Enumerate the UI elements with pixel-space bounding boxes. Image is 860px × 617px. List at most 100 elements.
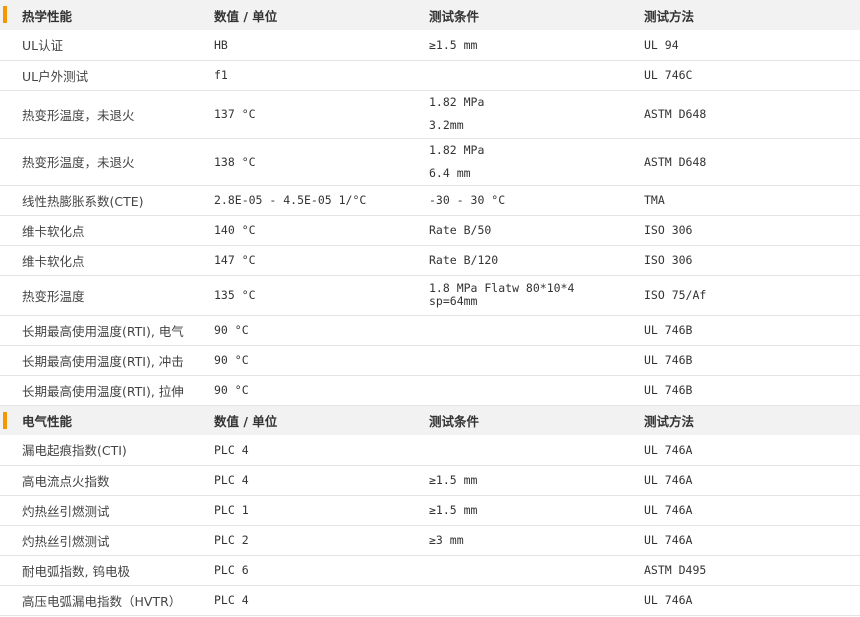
test-method: UL 746A xyxy=(644,465,860,496)
test-method: UL 746C xyxy=(644,60,860,91)
table-row: 线性热膨胀系数(CTE) 2.8E-05 - 4.5E-05 1/°C -30 - … xyxy=(0,185,860,216)
table-row: 长期最高使用温度(RTI), 拉伸 90 °C UL 746B xyxy=(0,375,860,406)
property-name: 灼热丝引燃测试 xyxy=(0,525,214,556)
test-condition xyxy=(429,345,644,376)
table-row: 漏电起痕指数(CTI) PLC 4 UL 746A xyxy=(0,435,860,466)
test-condition: ≥1.5 mm xyxy=(429,465,644,496)
property-value: 138 °C xyxy=(214,138,429,186)
property-value: 90 °C xyxy=(214,375,429,406)
test-method: ASTM D648 xyxy=(644,90,860,139)
section-header-row: 电气性能 数值 / 单位 测试条件 测试方法 xyxy=(0,405,860,435)
test-condition-line: 1.82 MPa xyxy=(429,142,485,157)
property-name: 长期最高使用温度(RTI), 电气 xyxy=(0,315,214,346)
section-title-text: 热学性能 xyxy=(22,8,73,24)
property-name: 线性热膨胀系数(CTE) xyxy=(0,185,214,216)
table-row: 热变形温度，未退火 138 °C 1.82 MPa 6.4 mm ASTM D648 xyxy=(0,138,860,186)
property-name: 灼热丝引燃测试 xyxy=(0,495,214,526)
test-condition-line: Rate B/50 xyxy=(429,223,492,237)
property-value: PLC 4 xyxy=(214,585,429,616)
header-value-unit: 数值 / 单位 xyxy=(214,405,429,435)
test-method: UL 746A xyxy=(644,495,860,526)
property-name: 维卡软化点 xyxy=(0,215,214,246)
test-condition: Rate B/50 xyxy=(429,215,644,246)
property-value: 137 °C xyxy=(214,90,429,139)
test-condition xyxy=(429,585,644,616)
test-condition xyxy=(429,555,644,586)
table-row: 热变形温度，未退火 137 °C 1.82 MPa 3.2mm ASTM D648 xyxy=(0,90,860,139)
test-condition-line: sp=64mm xyxy=(429,294,478,308)
header-value-unit: 数值 / 单位 xyxy=(214,0,429,30)
property-name: 热变形温度，未退火 xyxy=(0,138,214,186)
section-title: 电气性能 xyxy=(0,405,214,435)
property-name: 漏电起痕指数(CTI) xyxy=(0,435,214,466)
property-value: 140 °C xyxy=(214,215,429,246)
header-test-method: 测试方法 xyxy=(644,405,860,435)
header-test-condition: 测试条件 xyxy=(429,0,644,30)
test-method: TMA xyxy=(644,185,860,216)
section-title-text: 电气性能 xyxy=(22,413,73,429)
test-condition-line: 1.82 MPa xyxy=(429,95,485,109)
section-accent-bar xyxy=(3,6,7,23)
property-name: 长期最高使用温度(RTI), 拉伸 xyxy=(0,375,214,406)
test-condition xyxy=(429,375,644,406)
property-value: HB xyxy=(214,30,429,61)
test-method: UL 746B xyxy=(644,345,860,376)
test-method: UL 94 xyxy=(644,30,860,61)
property-name: UL户外测试 xyxy=(0,60,214,91)
test-condition xyxy=(429,60,644,91)
property-name: 耐电弧指数, 钨电极 xyxy=(0,555,214,586)
test-method: ASTM D648 xyxy=(644,138,860,186)
property-value: PLC 4 xyxy=(214,435,429,466)
test-condition-line: -30 - 30 °C xyxy=(429,193,506,207)
property-value: f1 xyxy=(214,60,429,91)
test-condition-line: ≥3 mm xyxy=(429,533,464,547)
table-row: 耐电弧指数, 钨电极 PLC 6 ASTM D495 xyxy=(0,555,860,586)
table-row: UL户外测试 f1 UL 746C xyxy=(0,60,860,91)
test-method: ASTM D495 xyxy=(644,555,860,586)
header-test-method: 测试方法 xyxy=(644,0,860,30)
test-condition-line: ≥1.5 mm xyxy=(429,503,478,517)
property-name: 维卡软化点 xyxy=(0,245,214,276)
test-condition: ≥1.5 mm xyxy=(429,495,644,526)
test-condition: -30 - 30 °C xyxy=(429,185,644,216)
test-condition-line: 3.2mm xyxy=(429,118,464,132)
test-condition: ≥1.5 mm xyxy=(429,30,644,61)
property-name: 高压电弧漏电指数（HVTR） xyxy=(0,585,214,616)
test-condition-line: Rate B/120 xyxy=(429,253,499,267)
property-value: PLC 4 xyxy=(214,465,429,496)
property-name: 高电流点火指数 xyxy=(0,465,214,496)
test-method: UL 746B xyxy=(644,315,860,346)
property-value: PLC 2 xyxy=(214,525,429,556)
table-row: 热变形温度 135 °C 1.8 MPa Flatw 80*10*4 sp=64mm I… xyxy=(0,275,860,316)
table-row: 长期最高使用温度(RTI), 电气 90 °C UL 746B xyxy=(0,315,860,346)
table-row: 高压电弧漏电指数（HVTR） PLC 4 UL 746A xyxy=(0,585,860,616)
test-condition: 1.82 MPa 3.2mm xyxy=(429,90,644,139)
test-method: UL 746A xyxy=(644,435,860,466)
test-condition: 1.82 MPa 6.4 mm xyxy=(429,138,644,186)
test-condition xyxy=(429,315,644,346)
property-value: PLC 1 xyxy=(214,495,429,526)
table-row: UL认证 HB ≥1.5 mm UL 94 xyxy=(0,30,860,61)
test-condition-line: 6.4 mm xyxy=(429,165,471,180)
table-row: 维卡软化点 147 °C Rate B/120 ISO 306 xyxy=(0,245,860,276)
test-method: UL 746B xyxy=(644,375,860,406)
property-value: PLC 6 xyxy=(214,555,429,586)
property-value: 135 °C xyxy=(214,275,429,316)
header-test-condition: 测试条件 xyxy=(429,405,644,435)
property-value: 90 °C xyxy=(214,315,429,346)
property-value: 147 °C xyxy=(214,245,429,276)
properties-table: 热学性能 数值 / 单位 测试条件 测试方法 UL认证 HB ≥1.5 mm UL 94 UL户… xyxy=(0,0,860,616)
property-name: 长期最高使用温度(RTI), 冲击 xyxy=(0,345,214,376)
section-header-row: 热学性能 数值 / 单位 测试条件 测试方法 xyxy=(0,0,860,30)
test-condition-line: ≥1.5 mm xyxy=(429,473,478,487)
test-condition: ≥3 mm xyxy=(429,525,644,556)
table-row: 维卡软化点 140 °C Rate B/50 ISO 306 xyxy=(0,215,860,246)
test-method: UL 746A xyxy=(644,525,860,556)
table-row: 灼热丝引燃测试 PLC 1 ≥1.5 mm UL 746A xyxy=(0,495,860,526)
table-row: 灼热丝引燃测试 PLC 2 ≥3 mm UL 746A xyxy=(0,525,860,556)
section-accent-bar xyxy=(3,411,7,429)
table-row: 长期最高使用温度(RTI), 冲击 90 °C UL 746B xyxy=(0,345,860,376)
property-value: 90 °C xyxy=(214,345,429,376)
property-name: 热变形温度，未退火 xyxy=(0,90,214,139)
test-method: ISO 306 xyxy=(644,215,860,246)
